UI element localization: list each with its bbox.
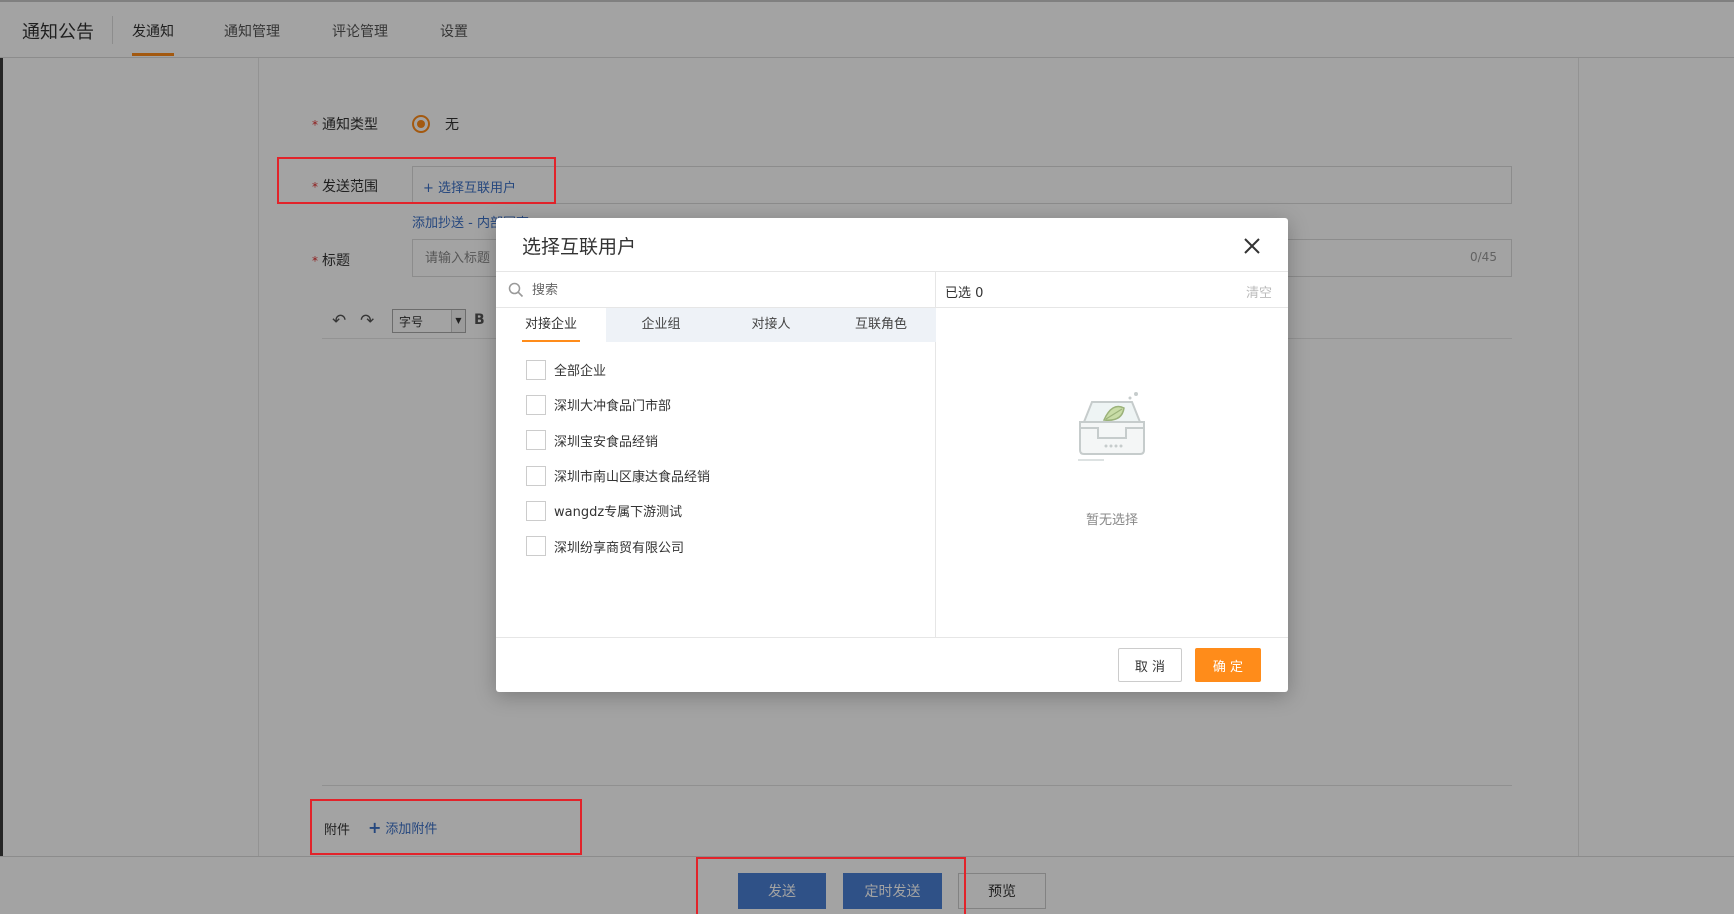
dialog-tabs: 对接企业 企业组 对接人 互联角色 — [496, 308, 936, 342]
checkbox[interactable] — [526, 465, 546, 486]
cancel-button[interactable]: 取 消 — [1118, 648, 1182, 682]
search-input[interactable] — [532, 278, 922, 302]
highlight-box-scope — [277, 157, 556, 204]
clear-button[interactable]: 清空 — [1246, 282, 1272, 301]
list-item[interactable]: 深圳大冲食品门市部 — [526, 387, 710, 422]
selected-header: 已选 0 清空 — [936, 272, 1288, 308]
checkbox[interactable] — [526, 500, 546, 521]
checkbox[interactable] — [526, 430, 546, 451]
close-icon[interactable] — [1240, 234, 1264, 258]
list-item[interactable]: wangdz专属下游测试 — [526, 493, 710, 528]
tab-enterprise-groups[interactable]: 企业组 — [606, 308, 716, 342]
highlight-box-attachment — [310, 799, 582, 855]
list-item[interactable]: 深圳宝安食品经销 — [526, 423, 710, 458]
list-item[interactable]: 深圳纷享商贸有限公司 — [526, 528, 710, 563]
dialog-title: 选择互联用户 — [522, 236, 637, 258]
options-pane: 对接企业 企业组 对接人 互联角色 全部企业 深圳大冲食品门市部 深圳宝安食品经… — [496, 272, 936, 638]
empty-state-text: 暂无选择 — [1085, 513, 1138, 528]
checkbox[interactable] — [526, 536, 546, 557]
tab-connected-enterprises[interactable]: 对接企业 — [496, 308, 606, 342]
checkbox[interactable] — [526, 359, 546, 380]
dialog-body: 对接企业 企业组 对接人 互联角色 全部企业 深圳大冲食品门市部 深圳宝安食品经… — [496, 271, 1288, 638]
selected-pane: 已选 0 清空 暂无选择 — [936, 272, 1288, 638]
tab-contacts[interactable]: 对接人 — [716, 308, 826, 342]
empty-inbox-icon — [1078, 392, 1145, 461]
enterprise-list: 全部企业 深圳大冲食品门市部 深圳宝安食品经销 深圳市南山区康达食品经销 wan… — [526, 352, 710, 564]
search-icon — [508, 282, 524, 298]
selected-count: 已选 0 — [945, 286, 984, 301]
tab-connected-roles[interactable]: 互联角色 — [826, 308, 936, 342]
search-row — [496, 272, 936, 308]
list-item[interactable]: 全部企业 — [526, 352, 710, 387]
highlight-box-footer — [696, 857, 966, 914]
select-users-dialog: 选择互联用户 对接企业 企业组 对接人 互联角色 全部企业 深圳大冲食品门市部 … — [496, 218, 1288, 692]
checkbox[interactable] — [526, 394, 546, 415]
list-item[interactable]: 深圳市南山区康达食品经销 — [526, 458, 710, 493]
confirm-button[interactable]: 确 定 — [1195, 648, 1261, 682]
